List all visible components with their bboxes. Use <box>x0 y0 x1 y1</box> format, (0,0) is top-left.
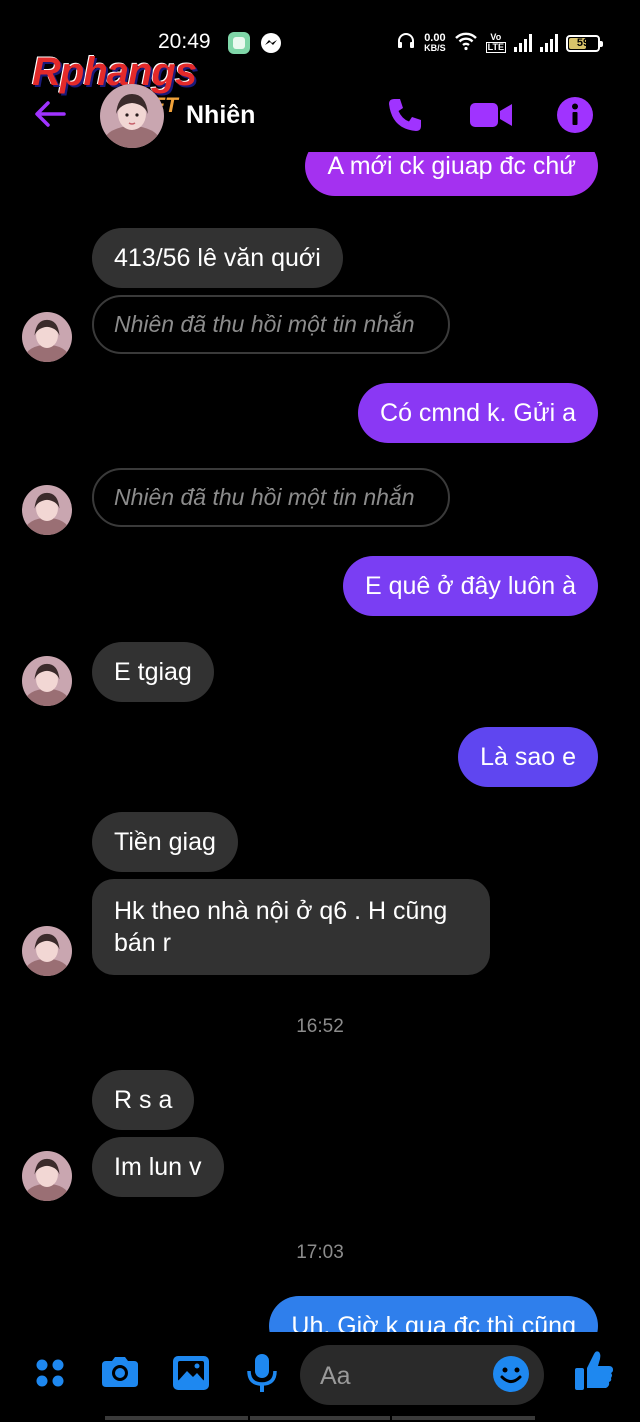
outgoing-message[interactable]: E quê ở đây luôn à <box>343 556 598 616</box>
message-line: bán r <box>114 929 171 957</box>
status-indicators: 0.00 KB/S Vo LTE 59 <box>396 30 603 56</box>
back-icon[interactable] <box>32 96 68 132</box>
phone-icon[interactable] <box>384 94 426 136</box>
recalled-message[interactable]: Nhiên đã thu hồi một tin nhắn <box>92 468 450 527</box>
incoming-message[interactable]: R s a <box>92 1070 195 1130</box>
signal-icon <box>540 34 558 52</box>
net-speed-unit: KB/S <box>424 43 446 53</box>
gallery-icon[interactable] <box>170 1352 212 1394</box>
thumbs-up-icon[interactable] <box>572 1348 614 1390</box>
menu-dots-icon[interactable] <box>30 1352 72 1394</box>
sender-avatar[interactable] <box>22 656 72 706</box>
outgoing-message[interactable]: Uh. Giờ k qua đc thì cũng <box>269 1296 598 1332</box>
video-icon[interactable] <box>468 94 512 136</box>
message-line: Hk theo nhà nội ở q6 . H cũng <box>114 897 448 925</box>
camera-icon[interactable] <box>99 1352 141 1394</box>
volte-badge: Vo LTE <box>485 32 506 53</box>
message-placeholder: Aa <box>320 1362 351 1390</box>
outgoing-message[interactable]: Là sao e <box>458 727 598 787</box>
outgoing-message[interactable]: A mới ck giuap đc chứ <box>305 152 598 196</box>
recalled-message[interactable]: Nhiên đã thu hồi một tin nhắn <box>92 295 450 354</box>
timestamp: 17:03 <box>296 1242 344 1263</box>
volte-top: Vo <box>490 32 502 42</box>
message-input[interactable]: Aa <box>300 1345 544 1405</box>
incoming-message[interactable]: Hk theo nhà nội ở q6 . H cũng bán r <box>92 879 490 975</box>
incoming-message[interactable]: E tgiag <box>92 642 214 702</box>
composer-bar: Aa <box>0 1332 640 1422</box>
microphone-icon[interactable] <box>241 1352 283 1394</box>
contact-name[interactable]: Nhiên <box>186 101 255 130</box>
incoming-message[interactable]: 413/56 lê văn quới <box>92 228 343 288</box>
info-icon[interactable] <box>554 94 596 136</box>
nav-handle <box>392 1416 535 1420</box>
incoming-message[interactable]: Im lun v <box>92 1137 224 1197</box>
battery-level: 59 <box>576 37 590 49</box>
outgoing-message[interactable]: Có cmnd k. Gửi a <box>358 383 598 443</box>
incoming-message[interactable]: Tiền giag <box>92 812 238 872</box>
emoji-icon[interactable] <box>490 1353 532 1395</box>
message-list[interactable]: A mới ck giuap đc chứ 413/56 lê văn quới… <box>0 152 640 1332</box>
contact-avatar[interactable] <box>100 84 164 148</box>
sender-avatar[interactable] <box>22 926 72 976</box>
signal-icon <box>514 34 532 52</box>
messenger-icon <box>260 32 282 54</box>
nav-handle <box>105 1416 248 1420</box>
sender-avatar[interactable] <box>22 1151 72 1201</box>
wifi-icon <box>454 31 478 56</box>
headset-icon <box>396 31 416 56</box>
sender-avatar[interactable] <box>22 485 72 535</box>
volte-bottom: LTE <box>485 42 506 53</box>
battery-icon: 59 <box>566 34 603 52</box>
sender-avatar[interactable] <box>22 312 72 362</box>
timestamp: 16:52 <box>296 1016 344 1037</box>
nav-handle <box>250 1416 390 1420</box>
net-speed: 0.00 KB/S <box>424 33 446 53</box>
